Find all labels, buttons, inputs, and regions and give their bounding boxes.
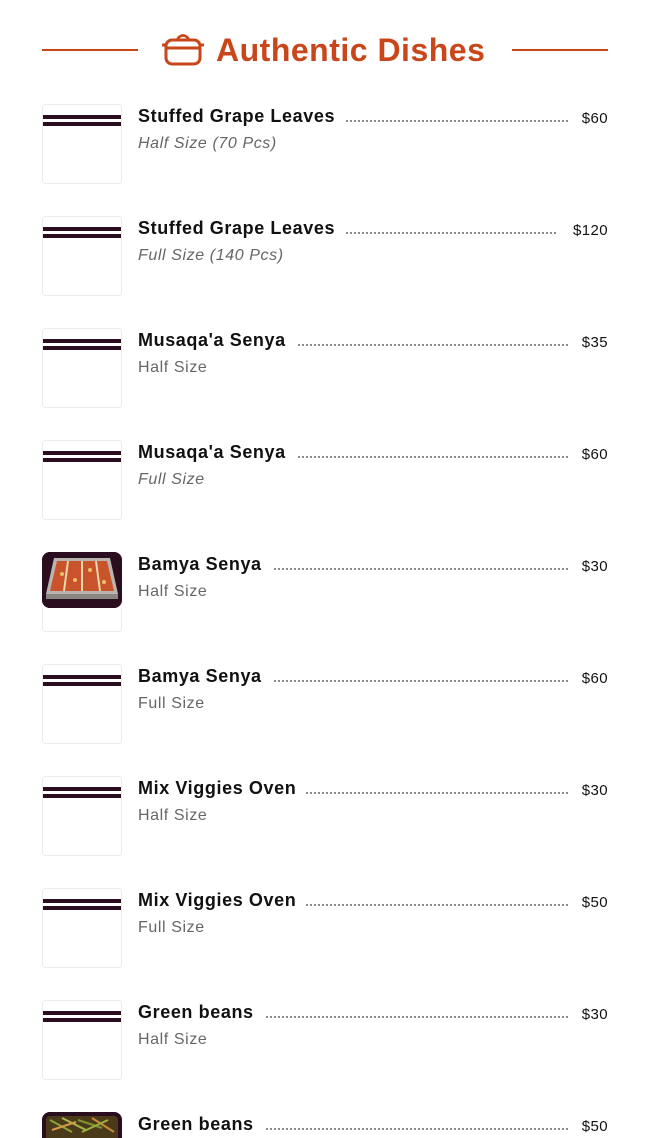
item-description: Full Size (140 Pcs) (138, 247, 284, 264)
item-description: Half Size (138, 1031, 208, 1048)
item-price: $30 (573, 558, 608, 575)
menu-item[interactable]: Bamya Senya $60 Full Size (42, 664, 608, 744)
item-name: Mix Viggies Oven (138, 778, 307, 799)
item-description: Half Size (138, 359, 208, 376)
menu-item[interactable]: Green beans $30 Half Size (42, 1000, 608, 1080)
item-price: $60 (573, 446, 608, 463)
menu-item[interactable]: Stuffed Grape Leaves $60 Half Size (70 P… (42, 104, 608, 184)
item-description: Half Size (138, 807, 208, 824)
item-name: Green beans (138, 1114, 264, 1135)
item-name: Green beans (138, 1002, 264, 1023)
item-price: $60 (573, 110, 608, 127)
item-thumbnail[interactable] (42, 216, 122, 296)
item-thumbnail[interactable] (42, 104, 122, 184)
header-title-group: Authentic Dishes (162, 28, 485, 72)
item-thumbnail[interactable] (42, 552, 122, 632)
item-name: Mix Viggies Oven (138, 890, 307, 911)
section-title: Authentic Dishes (216, 31, 486, 68)
menu-item[interactable]: Musaqa'a Senya $60 Full Size (42, 440, 608, 520)
item-price: $50 (573, 894, 608, 911)
menu-item[interactable]: Stuffed Grape Leaves $120 Full Size (140… (42, 216, 608, 296)
item-price: $50 (573, 1118, 608, 1135)
menu-item[interactable]: Green beans $50 (42, 1112, 608, 1138)
item-name: Stuffed Grape Leaves (138, 218, 346, 239)
item-thumbnail[interactable] (42, 1112, 122, 1138)
item-price: $120 (565, 222, 608, 239)
section-header: Authentic Dishes (42, 28, 608, 72)
item-thumbnail[interactable] (42, 328, 122, 408)
menu-item[interactable]: Bamya Senya $30 Half Size (42, 552, 608, 632)
item-price: $30 (573, 1006, 608, 1023)
menu-item[interactable]: Musaqa'a Senya $35 Half Size (42, 328, 608, 408)
green-beans-photo (42, 1112, 122, 1138)
item-thumbnail[interactable] (42, 664, 122, 744)
item-thumbnail[interactable] (42, 776, 122, 856)
menu-item[interactable]: Mix Viggies Oven $30 Half Size (42, 776, 608, 856)
header-divider-left (42, 49, 138, 51)
item-thumbnail[interactable] (42, 440, 122, 520)
item-description: Half Size (70 Pcs) (138, 135, 277, 152)
bamya-tray-photo (42, 552, 122, 608)
item-thumbnail[interactable] (42, 888, 122, 968)
item-price: $30 (573, 782, 608, 799)
item-name: Stuffed Grape Leaves (138, 106, 346, 127)
item-name: Musaqa'a Senya (138, 330, 296, 351)
item-name: Musaqa'a Senya (138, 442, 296, 463)
item-name: Bamya Senya (138, 666, 272, 687)
cooking-pot-icon (162, 34, 204, 66)
item-price: $35 (573, 334, 608, 351)
item-name: Bamya Senya (138, 554, 272, 575)
menu-item[interactable]: Mix Viggies Oven $50 Full Size (42, 888, 608, 968)
item-description: Full Size (138, 919, 205, 936)
item-description: Full Size (138, 695, 205, 712)
item-description: Half Size (138, 583, 208, 600)
item-thumbnail[interactable] (42, 1000, 122, 1080)
item-description: Full Size (138, 471, 205, 488)
item-price: $60 (573, 670, 608, 687)
header-divider-right (512, 49, 608, 51)
